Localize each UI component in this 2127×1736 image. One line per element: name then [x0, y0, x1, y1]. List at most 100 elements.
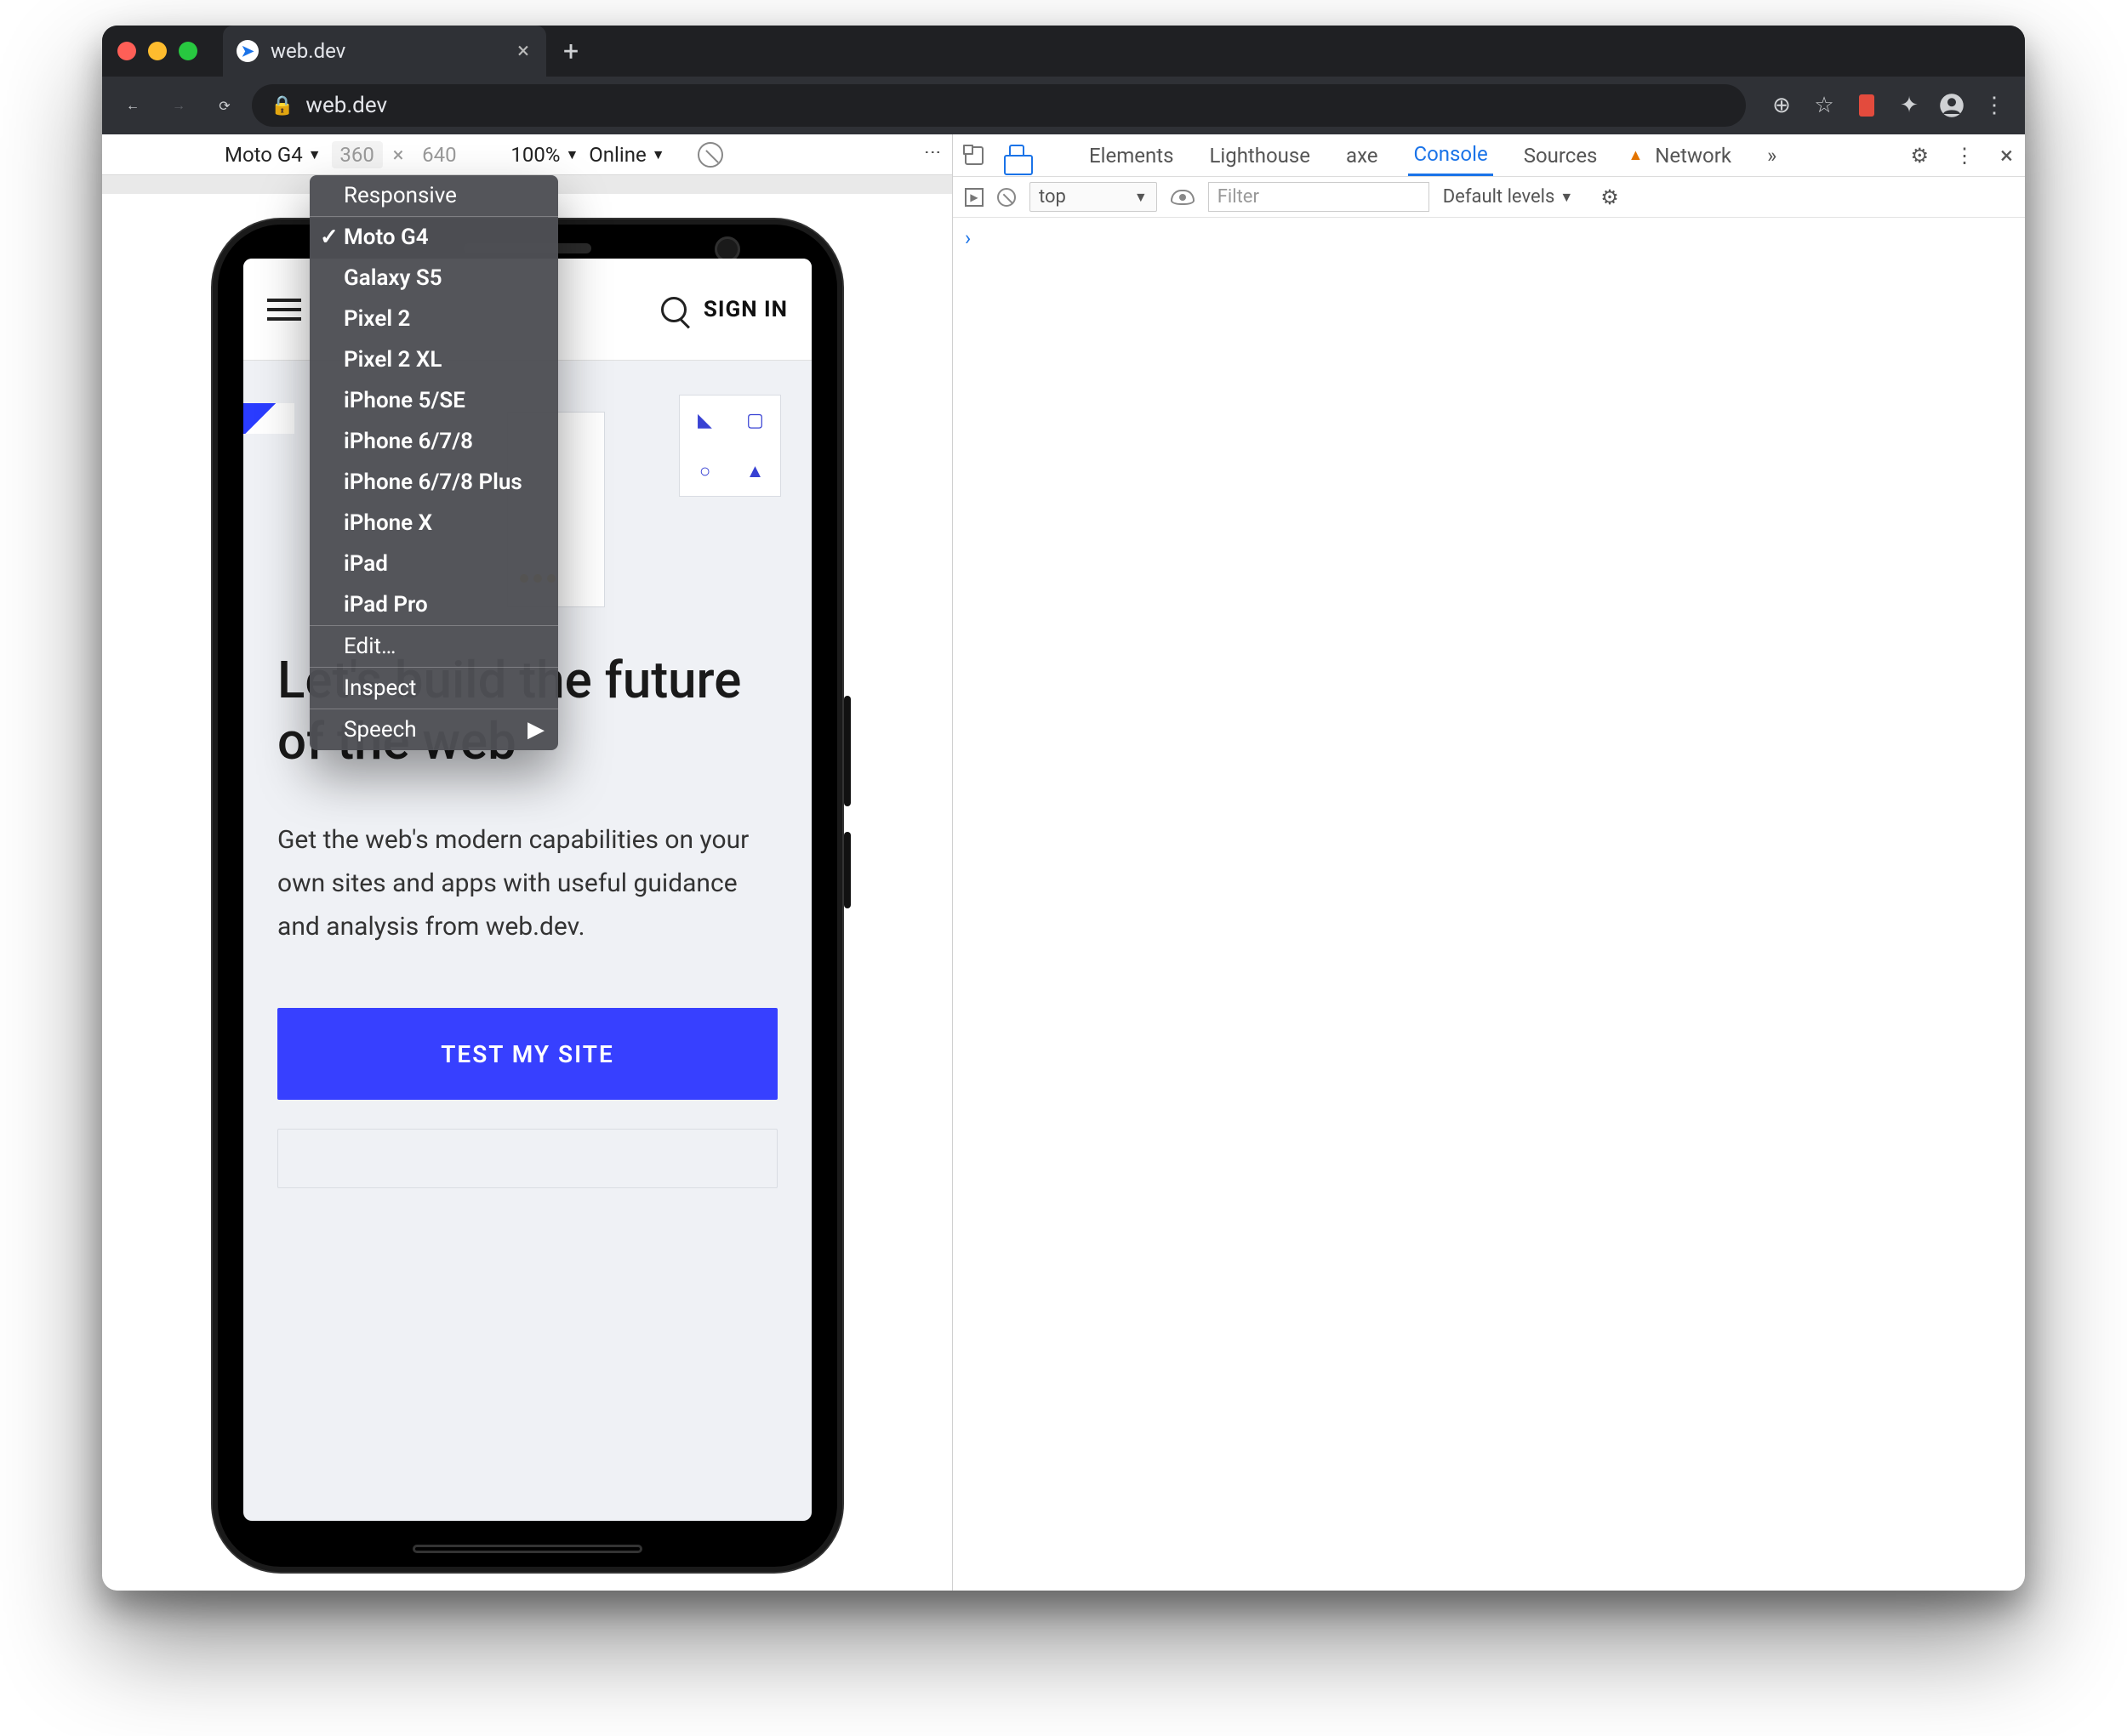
new-tab-button[interactable]: +: [546, 35, 596, 67]
device-toolbar-menu-icon[interactable]: ⋮: [923, 144, 944, 166]
add-icon[interactable]: ⊕: [1763, 87, 1800, 124]
phone-home-bar: [413, 1545, 642, 1553]
url-input-outline[interactable]: [277, 1129, 778, 1188]
device-option-responsive[interactable]: Responsive: [310, 175, 558, 216]
lock-icon: 🔒: [271, 95, 294, 117]
chevron-down-icon: ▼: [565, 146, 579, 163]
device-menu-edit[interactable]: Edit…: [310, 626, 558, 667]
chevron-down-icon: ▼: [652, 146, 665, 163]
titlebar: ➤ web.dev × +: [102, 26, 2025, 77]
devtools-tabs: Elements Lighthouse axe Console Sources …: [953, 134, 2025, 177]
toggle-device-icon[interactable]: [1009, 145, 1024, 167]
width-input[interactable]: 360: [332, 141, 383, 168]
chevron-down-icon: ▼: [308, 146, 322, 163]
device-option[interactable]: iPhone 5/SE: [310, 380, 558, 421]
device-name: Moto G4: [225, 143, 303, 167]
browser-tab[interactable]: ➤ web.dev ×: [223, 26, 546, 77]
clear-console-icon[interactable]: [997, 188, 1016, 207]
rotate-icon[interactable]: [698, 142, 723, 168]
console-filter-input[interactable]: Filter: [1208, 182, 1429, 212]
live-expression-icon[interactable]: [1171, 190, 1195, 205]
inspect-element-icon[interactable]: [965, 146, 984, 165]
back-button[interactable]: ←: [114, 87, 151, 124]
avatar-icon[interactable]: [1933, 87, 1970, 124]
minimize-window-icon[interactable]: [148, 42, 167, 60]
search-icon[interactable]: [661, 297, 687, 322]
device-pane: Moto G4 ▼ 360 × 640 100% ▼ Online ▼ ⋮: [102, 134, 953, 1591]
toggle-sidebar-icon[interactable]: ▶: [965, 188, 984, 207]
tab-sources[interactable]: Sources: [1519, 134, 1603, 176]
console-body[interactable]: ›: [953, 218, 2025, 259]
context-value: top: [1039, 186, 1066, 208]
favicon-icon: ➤: [237, 40, 259, 62]
dimension-separator: ×: [393, 143, 404, 167]
close-devtools-icon[interactable]: ×: [2000, 141, 2013, 169]
phone-side-button: [844, 832, 851, 908]
triangle-up-icon: ▲: [730, 446, 780, 496]
tab-title: web.dev: [271, 39, 345, 63]
triangle-icon: ◣: [680, 396, 730, 446]
browser-menu-icon[interactable]: ⋮: [1976, 87, 2013, 124]
reload-button[interactable]: ⟳: [206, 87, 243, 124]
maximize-window-icon[interactable]: [179, 42, 197, 60]
forward-button[interactable]: →: [160, 87, 197, 124]
height-input[interactable]: 640: [413, 141, 465, 168]
sign-in-button[interactable]: SIGN IN: [661, 297, 788, 322]
extensions-puzzle-icon[interactable]: ✦: [1890, 87, 1928, 124]
circle-icon: ○: [680, 446, 730, 496]
sign-in-label: SIGN IN: [704, 297, 788, 322]
star-icon[interactable]: ☆: [1805, 87, 1843, 124]
close-window-icon[interactable]: [117, 42, 136, 60]
device-select[interactable]: Moto G4 ▼: [225, 143, 322, 167]
gear-icon[interactable]: ⚙: [1911, 144, 1930, 168]
hero-subhead: Get the web's modern capabilities on you…: [277, 818, 778, 948]
device-option[interactable]: Galaxy S5: [310, 258, 558, 299]
address-bar: ← → ⟳ 🔒 web.dev ⊕ ☆ ✦ ⋮: [102, 77, 2025, 134]
extension-icon[interactable]: [1848, 87, 1885, 124]
url-text: web.dev: [305, 93, 387, 118]
phone-side-button: [844, 696, 851, 806]
test-my-site-button[interactable]: TEST MY SITE: [277, 1008, 778, 1100]
log-levels-select[interactable]: Default levels ▼: [1443, 186, 1573, 208]
console-settings-icon[interactable]: ⚙: [1600, 185, 1619, 209]
zoom-select[interactable]: 100% ▼: [510, 143, 579, 167]
devtools-menu-icon[interactable]: ⋮: [1954, 144, 1975, 168]
device-option[interactable]: iPhone 6/7/8 Plus: [310, 462, 558, 503]
tab-network[interactable]: Network: [1650, 134, 1736, 176]
omnibox[interactable]: 🔒 web.dev: [252, 84, 1746, 127]
device-option[interactable]: iPad: [310, 544, 558, 584]
levels-label: Default levels: [1443, 186, 1555, 208]
device-menu-inspect[interactable]: Inspect: [310, 668, 558, 709]
context-select[interactable]: top ▼: [1029, 182, 1157, 212]
device-option[interactable]: Pixel 2 XL: [310, 339, 558, 380]
warning-icon: ▲: [1628, 146, 1643, 164]
device-option[interactable]: iPhone X: [310, 503, 558, 544]
device-option[interactable]: iPhone 6/7/8: [310, 421, 558, 462]
console-prompt: ›: [965, 226, 971, 250]
device-option[interactable]: iPad Pro: [310, 584, 558, 625]
device-menu-speech[interactable]: Speech ▶: [310, 709, 558, 750]
hamburger-icon[interactable]: [267, 299, 301, 321]
tab-lighthouse[interactable]: Lighthouse: [1204, 134, 1315, 176]
chevron-right-icon: ▶: [527, 717, 545, 743]
browser-window: ➤ web.dev × + ← → ⟳ 🔒 web.dev ⊕ ☆ ✦ ⋮: [102, 26, 2025, 1591]
device-option[interactable]: Moto G4: [310, 217, 558, 258]
throttle-select[interactable]: Online ▼: [589, 143, 664, 167]
speech-label: Speech: [344, 717, 417, 743]
device-option[interactable]: Pixel 2: [310, 299, 558, 339]
tab-axe[interactable]: axe: [1341, 134, 1383, 176]
tab-elements[interactable]: Elements: [1084, 134, 1178, 176]
throttle-value: Online: [589, 143, 646, 167]
tab-console[interactable]: Console: [1408, 134, 1492, 176]
content-area: Moto G4 ▼ 360 × 640 100% ▼ Online ▼ ⋮: [102, 134, 2025, 1591]
zoom-value: 100%: [510, 143, 560, 167]
decorative-graphic: [243, 403, 294, 434]
devtools-panel: Elements Lighthouse axe Console Sources …: [953, 134, 2025, 1591]
square-icon: ▢: [730, 396, 780, 446]
more-tabs-button[interactable]: »: [1762, 134, 1782, 176]
close-tab-icon[interactable]: ×: [517, 38, 529, 64]
window-controls[interactable]: [117, 42, 197, 60]
device-toolbar: Moto G4 ▼ 360 × 640 100% ▼ Online ▼ ⋮: [102, 134, 952, 175]
chevron-down-icon: ▼: [1560, 189, 1573, 206]
chevron-down-icon: ▼: [1134, 189, 1148, 206]
